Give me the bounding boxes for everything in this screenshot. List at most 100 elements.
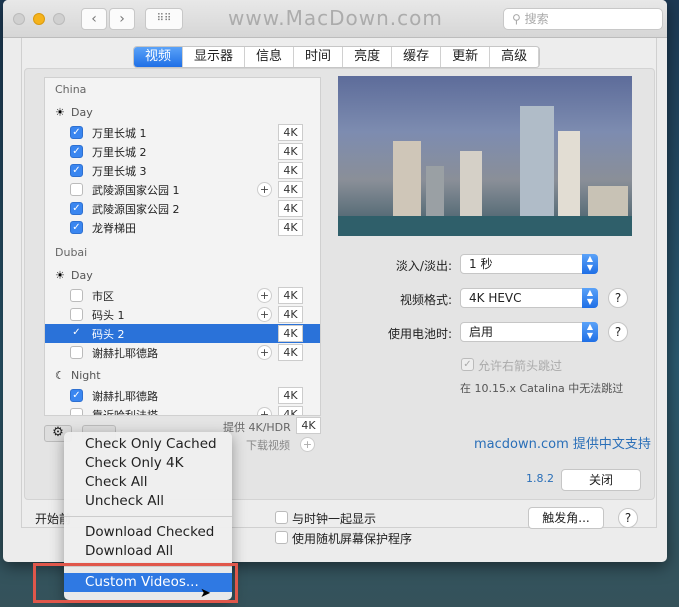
legend-plus-icon: + [300, 437, 315, 452]
tab-1[interactable]: 显示器 [183, 47, 246, 67]
subgroup-header: ☾ Night [55, 369, 101, 382]
sun-icon: ☀ [55, 269, 65, 282]
skip-checkbox[interactable]: ✓ [461, 358, 474, 371]
video-checkbox[interactable]: ✓ [70, 126, 83, 139]
watermark: www.MacDown.com [228, 6, 443, 30]
quality-badge: 4K [278, 181, 303, 198]
quality-badge: 4K [278, 162, 303, 179]
random-checkbox[interactable] [275, 531, 288, 544]
legend-download: 下载视频 [246, 439, 290, 452]
format-select[interactable]: 4K HEVC ▲ ▼ [460, 288, 598, 308]
subgroup-label: Night [71, 369, 101, 382]
menu-separator [64, 516, 232, 517]
video-preview [338, 76, 632, 236]
video-checkbox[interactable] [70, 183, 83, 196]
video-checkbox[interactable]: ✓ [70, 145, 83, 158]
list-item[interactable]: 谢赫扎耶德路 +4K [45, 343, 320, 362]
list-item[interactable]: 市区 +4K [45, 286, 320, 305]
search-input[interactable]: ⚲ 搜索 [503, 8, 663, 30]
back-button[interactable]: ‹ [81, 8, 107, 30]
help-button[interactable]: ? [618, 508, 638, 528]
fade-label: 淡入/淡出: [395, 259, 452, 273]
video-label: 靠近哈利法塔 [92, 409, 158, 416]
menu-item[interactable]: Check Only 4K [64, 454, 232, 473]
download-plus-icon[interactable]: + [257, 288, 272, 303]
moon-icon: ☾ [55, 369, 65, 382]
hot-corners-button[interactable]: 触发角... [528, 507, 604, 529]
video-checkbox[interactable] [70, 346, 83, 359]
video-checkbox[interactable]: ✓ [70, 202, 83, 215]
list-item[interactable]: 靠近哈利法塔 +4K [45, 405, 320, 416]
video-checkbox[interactable] [70, 408, 83, 415]
video-label: 万里长城 2 [92, 146, 147, 159]
menu-item[interactable]: Uncheck All [64, 492, 232, 511]
tab-7[interactable]: 高级 [490, 47, 540, 67]
list-item[interactable]: ✓ 码头 2 4K [45, 324, 320, 343]
format-help-button[interactable]: ? [608, 288, 628, 308]
video-checkbox[interactable] [70, 289, 83, 302]
video-checkbox[interactable]: ✓ [70, 389, 83, 402]
tab-3[interactable]: 时间 [294, 47, 344, 67]
menu-item[interactable]: Download All [64, 542, 232, 561]
quality-badge: 4K [278, 200, 303, 217]
list-item[interactable]: 码头 1 +4K [45, 305, 320, 324]
video-label: 万里长城 3 [92, 165, 147, 178]
list-item[interactable]: ✓ 龙脊梯田 4K [45, 218, 320, 237]
subgroup-header: ☀ Day [55, 106, 93, 119]
stepper-arrows-icon: ▲ ▼ [582, 254, 598, 274]
format-label: 视频格式: [399, 293, 452, 307]
close-button[interactable]: 关闭 [561, 469, 641, 491]
stepper-arrows-icon: ▲ ▼ [582, 322, 598, 342]
list-item[interactable]: ✓ 万里长城 3 4K [45, 161, 320, 180]
zoom-window-button[interactable] [53, 13, 65, 25]
close-window-button[interactable] [13, 13, 25, 25]
fade-select[interactable]: 1 秒 ▲ ▼ [460, 254, 598, 274]
battery-label: 使用电池时: [387, 327, 452, 341]
video-checkbox[interactable] [70, 308, 83, 321]
support-link[interactable]: macdown.com 提供中文支持 [474, 433, 651, 452]
video-checkbox[interactable]: ✓ [70, 164, 83, 177]
menu-item[interactable]: Check All [64, 473, 232, 492]
battery-help-button[interactable]: ? [608, 322, 628, 342]
download-plus-icon[interactable]: + [257, 307, 272, 322]
quality-badge: 4K [278, 387, 303, 404]
download-plus-icon[interactable]: + [257, 407, 272, 415]
list-item[interactable]: ✓ 谢赫扎耶德路 4K [45, 386, 320, 405]
mouse-cursor-icon: ➤ [200, 586, 211, 601]
tab-5[interactable]: 缓存 [392, 47, 442, 67]
tab-4[interactable]: 亮度 [343, 47, 393, 67]
list-item[interactable]: ✓ 武陵源国家公园 2 4K [45, 199, 320, 218]
forward-button[interactable]: › [109, 8, 135, 30]
show-all-grid-icon[interactable]: ⠿⠿ [145, 8, 183, 30]
video-label: 谢赫扎耶德路 [92, 347, 158, 360]
subgroup-label: Day [71, 269, 93, 282]
menu-item[interactable]: Check Only Cached [64, 435, 232, 454]
tab-2[interactable]: 信息 [245, 47, 295, 67]
video-label: 码头 2 [92, 328, 125, 341]
quality-badge: 4K [278, 287, 303, 304]
download-plus-icon[interactable]: + [257, 345, 272, 360]
search-icon: ⚲ [512, 12, 525, 26]
video-label: 谢赫扎耶德路 [92, 390, 158, 403]
stepper-arrows-icon: ▲ ▼ [582, 288, 598, 308]
quality-badge: 4K [278, 406, 303, 415]
tab-6[interactable]: 更新 [441, 47, 491, 67]
video-checkbox[interactable]: ✓ [70, 327, 83, 340]
video-label: 万里长城 1 [92, 127, 147, 140]
battery-select[interactable]: 启用 ▲ ▼ [460, 322, 598, 342]
skip-label: 允许右箭头跳过 [478, 359, 563, 373]
video-checkbox[interactable]: ✓ [70, 221, 83, 234]
list-item[interactable]: 武陵源国家公园 1 +4K [45, 180, 320, 199]
skip-note: 在 10.15.x Catalina 中无法跳过 [460, 382, 624, 395]
subgroup-header: ☀ Day [55, 269, 93, 282]
quality-badge: 4K [278, 344, 303, 361]
download-plus-icon[interactable]: + [257, 182, 272, 197]
clock-checkbox[interactable] [275, 511, 288, 524]
list-item[interactable]: ✓ 万里长城 2 4K [45, 142, 320, 161]
video-list[interactable]: China ☀ Day ✓ 万里长城 1 4K ✓ 万里长城 2 4K ✓ 万里长城 3 4K 武陵源国… [44, 77, 321, 416]
tab-0[interactable]: 视频 [134, 47, 184, 67]
video-label: 武陵源国家公园 1 [92, 184, 180, 197]
list-item[interactable]: ✓ 万里长城 1 4K [45, 123, 320, 142]
minimize-window-button[interactable] [33, 13, 45, 25]
menu-item[interactable]: Download Checked [64, 523, 232, 542]
